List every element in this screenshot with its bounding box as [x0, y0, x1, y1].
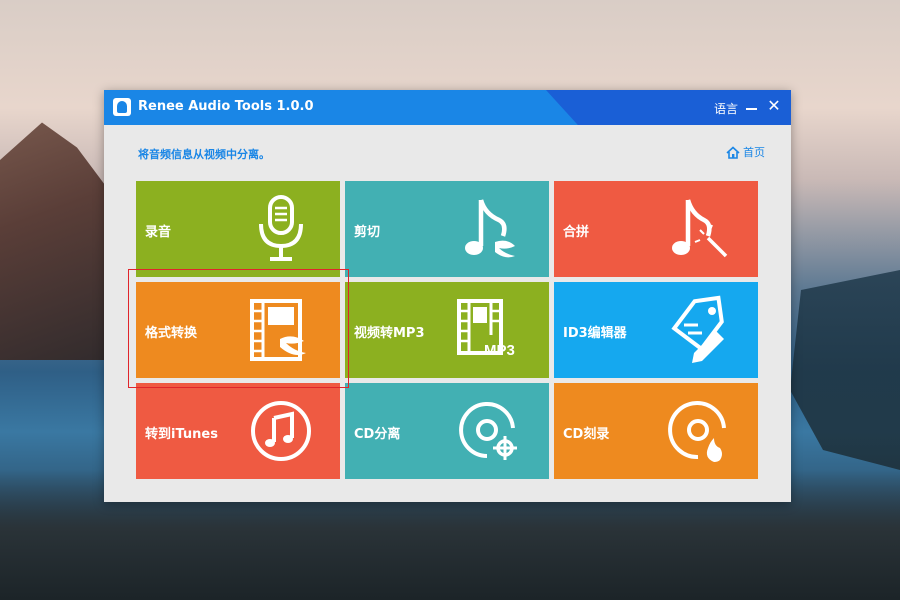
tag-edit-icon — [671, 295, 724, 363]
tile-label: CD刻录 — [563, 427, 610, 442]
film-mp3-icon: MP3 — [457, 299, 515, 359]
cd-split-icon — [459, 402, 517, 460]
cd-burn-icon — [668, 401, 726, 462]
tile-label: ID3编辑器 — [563, 326, 627, 341]
music-note-merge-icon — [672, 199, 728, 258]
tile-label: 格式转换 — [145, 326, 198, 341]
tool-grid: 录音 剪切 合拼 格式转换 视频转MP3 MP3 ID3编辑器 转到iTunes… — [136, 181, 758, 479]
tile-record[interactable]: 录音 — [136, 181, 340, 277]
background-islands — [790, 270, 900, 470]
tile-label: 转到iTunes — [145, 427, 218, 442]
tile-merge[interactable]: 合拼 — [554, 181, 758, 277]
language-button[interactable]: 语言 — [714, 100, 738, 117]
home-icon — [726, 145, 740, 159]
tile-to-itunes[interactable]: 转到iTunes — [136, 383, 340, 479]
tile-format-convert[interactable]: 格式转换 — [136, 282, 340, 378]
tile-cd-split[interactable]: CD分离 — [345, 383, 549, 479]
app-window: Renee Audio Tools 1.0.0 语言 ✕ 将音频信息从视频中分离… — [104, 90, 791, 502]
home-button[interactable]: 首页 — [726, 144, 765, 160]
title-bar[interactable]: Renee Audio Tools 1.0.0 语言 ✕ — [104, 90, 791, 125]
mp3-icon-text: MP3 — [484, 342, 515, 359]
window-title: Renee Audio Tools 1.0.0 — [138, 99, 314, 114]
itunes-note-icon — [251, 401, 311, 461]
tile-id3-editor[interactable]: ID3编辑器 — [554, 282, 758, 378]
tile-cut[interactable]: 剪切 — [345, 181, 549, 277]
microphone-icon — [259, 195, 303, 261]
tile-label: 视频转MP3 — [354, 326, 425, 341]
tile-cd-burn[interactable]: CD刻录 — [554, 383, 758, 479]
page-subtitle: 将音频信息从视频中分离。 — [138, 148, 270, 161]
film-convert-icon — [250, 299, 306, 361]
music-note-cut-icon — [465, 199, 515, 258]
tile-label: 合拼 — [563, 225, 590, 240]
app-logo-icon — [113, 98, 131, 116]
tile-video-to-mp3[interactable]: 视频转MP3 MP3 — [345, 282, 549, 378]
tile-label: CD分离 — [354, 427, 401, 442]
close-button[interactable]: ✕ — [766, 96, 782, 116]
home-label: 首页 — [743, 146, 765, 159]
minimize-button[interactable] — [745, 98, 759, 116]
tile-label: 录音 — [145, 225, 172, 240]
tile-label: 剪切 — [354, 225, 381, 240]
